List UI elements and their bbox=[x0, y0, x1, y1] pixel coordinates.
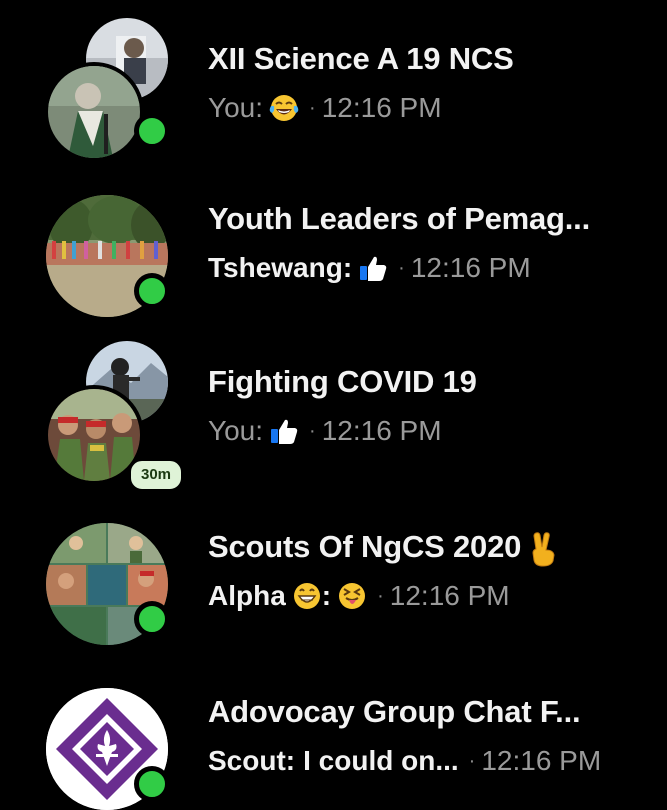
timestamp: 12:16 PM bbox=[389, 580, 510, 611]
online-indicator bbox=[134, 601, 170, 637]
timestamp: 12:16 PM bbox=[321, 92, 442, 123]
chat-row-youth-leaders[interactable]: Youth Leaders of Pemag... Tshewang: · 12… bbox=[0, 160, 667, 317]
chat-title-text: Scouts Of NgCS 2020 bbox=[208, 529, 522, 564]
thumbs-up-icon bbox=[269, 416, 299, 446]
preview-colon: : bbox=[321, 580, 332, 611]
online-indicator bbox=[134, 273, 170, 309]
separator-dot: · bbox=[377, 584, 384, 607]
chat-title: Scouts Of NgCS 2020 bbox=[208, 529, 559, 567]
group-avatar[interactable]: 30m bbox=[40, 338, 184, 492]
group-avatar[interactable] bbox=[40, 668, 180, 810]
separator-dot: · bbox=[309, 419, 316, 442]
chat-title: Adovocay Group Chat F... bbox=[208, 694, 581, 729]
sender-name: Tshewang: bbox=[208, 252, 353, 283]
message-text: I could on... bbox=[303, 745, 459, 776]
chat-title: Fighting COVID 19 bbox=[208, 364, 477, 399]
chat-list: XII Science A 19 NCS You: · 12:16 PM You… bbox=[0, 0, 667, 810]
timestamp: 12:16 PM bbox=[410, 252, 531, 283]
separator-dot: · bbox=[468, 749, 476, 772]
squinting-tongue-face-emoji bbox=[337, 581, 367, 611]
chat-row-advocacy-group[interactable]: Adovocay Group Chat F... Scout: I could … bbox=[0, 653, 667, 810]
face-with-tears-of-joy-emoji bbox=[269, 93, 299, 123]
sender-name: Scout: bbox=[208, 745, 296, 776]
chat-row-xii-science[interactable]: XII Science A 19 NCS You: · 12:16 PM bbox=[0, 0, 667, 162]
group-avatar[interactable] bbox=[40, 15, 180, 162]
grinning-face-emoji bbox=[292, 581, 322, 611]
sender-name: You: bbox=[208, 415, 264, 446]
chat-preview: Tshewang: · 12:16 PM bbox=[208, 252, 531, 284]
timestamp: 12:16 PM bbox=[321, 415, 442, 446]
chat-title: Youth Leaders of Pemag... bbox=[208, 201, 591, 236]
chat-preview: Scout: I could on... · 12:16 PM bbox=[208, 745, 601, 777]
group-avatar[interactable] bbox=[40, 175, 180, 317]
chat-preview: You: · 12:16 PM bbox=[208, 415, 442, 447]
group-avatar[interactable] bbox=[40, 503, 180, 645]
chat-row-scouts-ngcs[interactable]: Scouts Of NgCS 2020 Alpha : · 12:16 PM bbox=[0, 488, 667, 645]
victory-hand-emoji bbox=[527, 531, 559, 567]
last-active-badge: 30m bbox=[128, 458, 184, 492]
separator-dot: · bbox=[309, 96, 316, 119]
chat-title: XII Science A 19 NCS bbox=[208, 41, 514, 76]
separator-dot: · bbox=[398, 256, 405, 279]
sender-name: You: bbox=[208, 92, 264, 123]
chat-row-fighting-covid[interactable]: 30m Fighting COVID 19 You: · 12:16 PM bbox=[0, 323, 667, 492]
thumbs-up-icon bbox=[358, 253, 388, 283]
timestamp: 12:16 PM bbox=[481, 745, 602, 776]
sender-name: Alpha bbox=[208, 580, 286, 611]
online-indicator bbox=[134, 766, 170, 802]
chat-preview: Alpha : · 12:16 PM bbox=[208, 580, 510, 612]
group-photo-avatar-front bbox=[44, 62, 144, 162]
chat-preview: You: · 12:16 PM bbox=[208, 92, 442, 124]
online-indicator bbox=[134, 113, 170, 149]
